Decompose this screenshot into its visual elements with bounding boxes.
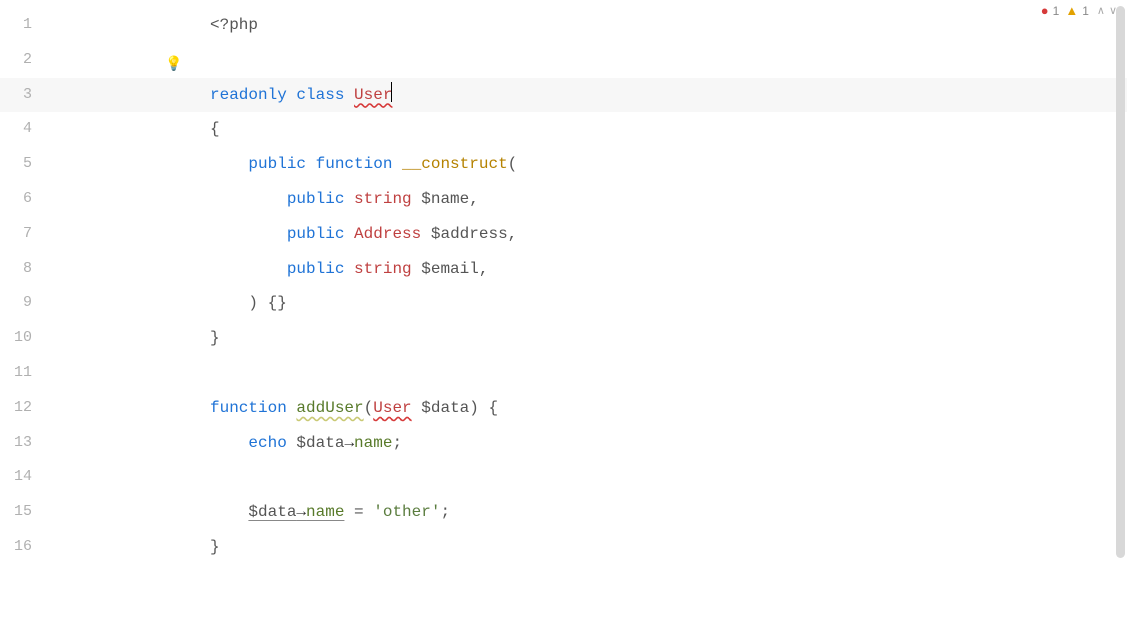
php-open-tag: <?php [210, 16, 258, 34]
type-user: User [373, 399, 411, 417]
code-line[interactable]: { [210, 112, 1127, 147]
line-number: 5 [0, 147, 50, 182]
line-number: 9 [0, 286, 50, 321]
code-line[interactable]: $data→name = 'other'; [210, 495, 1127, 530]
keyword-function: function [210, 399, 287, 417]
line-number: 15 [0, 495, 50, 530]
code-editor[interactable]: ● 1 ▲ 1 ∧ ∨ 💡 1 2 3 4 5 6 7 8 9 10 11 12… [0, 0, 1127, 634]
code-line[interactable]: readonly class User [210, 78, 1127, 113]
text-caret [391, 82, 392, 102]
line-number: 4 [0, 112, 50, 147]
line-number: 1 [0, 8, 50, 43]
arrow-icon: → [296, 503, 306, 521]
line-number: 8 [0, 252, 50, 287]
line-number: 10 [0, 321, 50, 356]
var-name: $name [421, 190, 469, 208]
var-email: $email [421, 260, 479, 278]
code-line[interactable] [210, 43, 1127, 78]
brace-close: } [210, 329, 220, 347]
paren-open: ( [508, 155, 518, 173]
class-name-user: User [354, 86, 392, 104]
line-number: 2 [0, 43, 50, 78]
var-data: $data [421, 399, 469, 417]
arrow-icon: → [344, 434, 354, 452]
code-line[interactable]: public function __construct( [210, 147, 1127, 182]
line-number: 13 [0, 426, 50, 461]
line-number: 3 [0, 78, 50, 113]
code-line[interactable]: } [210, 321, 1127, 356]
line-number: 7 [0, 217, 50, 252]
keyword-readonly: readonly [210, 86, 287, 104]
keyword-class: class [296, 86, 344, 104]
keyword-public: public [287, 225, 345, 243]
var-address: $address [431, 225, 508, 243]
keyword-echo: echo [248, 434, 286, 452]
keyword-public: public [287, 260, 345, 278]
code-area[interactable]: <?php readonly class User { public funct… [50, 0, 1127, 634]
prop-name: name [354, 434, 392, 452]
keyword-function: function [316, 155, 393, 173]
brace-close: } [210, 538, 220, 556]
line-number: 14 [0, 460, 50, 495]
intention-bulb-icon[interactable]: 💡 [165, 56, 182, 73]
keyword-public: public [287, 190, 345, 208]
line-number: 12 [0, 391, 50, 426]
code-line[interactable] [210, 356, 1127, 391]
prop-name: name [306, 503, 344, 521]
code-line[interactable]: } [210, 530, 1127, 565]
code-line[interactable]: echo $data→name; [210, 426, 1127, 461]
code-line[interactable] [210, 460, 1127, 495]
code-line[interactable]: function addUser(User $data) { [210, 391, 1127, 426]
code-line[interactable]: public Address $address, [210, 217, 1127, 252]
line-number-gutter: 1 2 3 4 5 6 7 8 9 10 11 12 13 14 15 16 [0, 0, 50, 634]
line-number: 11 [0, 356, 50, 391]
brace-open: { [210, 120, 220, 138]
type-string: string [354, 260, 412, 278]
function-adduser: addUser [296, 399, 363, 417]
code-line[interactable]: public string $name, [210, 182, 1127, 217]
string-literal: 'other' [373, 503, 440, 521]
type-string: string [354, 190, 412, 208]
code-line[interactable]: <?php [210, 8, 1127, 43]
code-line[interactable]: public string $email, [210, 252, 1127, 287]
constructor-close: ) {} [248, 294, 286, 312]
var-data: $data [296, 434, 344, 452]
type-address: Address [354, 225, 421, 243]
code-line[interactable]: ) {} [210, 286, 1127, 321]
line-number: 16 [0, 530, 50, 565]
var-data: $data [248, 503, 296, 521]
line-number: 6 [0, 182, 50, 217]
scrollbar-vertical[interactable] [1116, 6, 1125, 558]
keyword-public: public [248, 155, 306, 173]
method-construct: __construct [402, 155, 508, 173]
